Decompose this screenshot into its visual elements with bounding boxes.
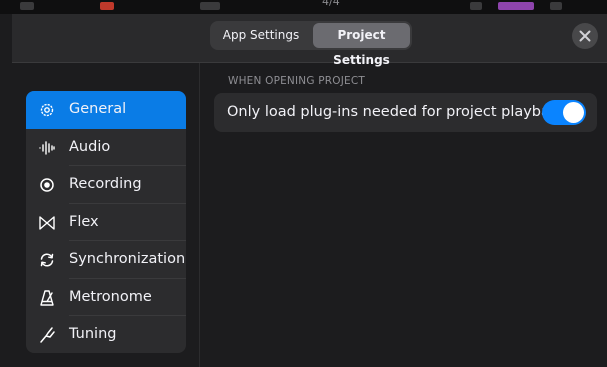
sidebar-item-general[interactable]: General: [26, 91, 186, 129]
sidebar-item-tuning[interactable]: Tuning: [26, 316, 186, 353]
sidebar-item-recording[interactable]: Recording: [26, 166, 186, 204]
sidebar-item-audio[interactable]: Audio: [26, 129, 186, 166]
sidebar-item-metronome[interactable]: Metronome: [26, 279, 186, 316]
sidebar-item-label: Synchronization: [69, 251, 186, 267]
top-strip: 4/4: [0, 0, 607, 14]
close-button[interactable]: [572, 23, 598, 49]
sidebar-item-synchronization[interactable]: Synchronization: [26, 241, 186, 279]
tab-app-settings[interactable]: App Settings: [212, 23, 310, 48]
row-label: Only load plug-ins needed for project pl…: [227, 104, 567, 120]
sidebar-item-label: Metronome: [69, 288, 152, 305]
tab-project-settings[interactable]: Project Settings: [313, 23, 410, 67]
sidebar-item-label: Flex: [69, 213, 99, 230]
time-signature: 4/4: [322, 0, 340, 8]
section-header: WHEN OPENING PROJECT: [228, 75, 365, 87]
gear-icon: [40, 103, 54, 117]
separator: [69, 352, 186, 353]
strip-marker: [20, 2, 34, 10]
sidebar-item-label: Tuning: [69, 326, 117, 342]
xmark-icon: [579, 30, 591, 42]
record-icon: [40, 178, 54, 192]
strip-marker: [470, 2, 482, 10]
settings-tab-control: App Settings Project Settings: [210, 21, 412, 67]
record-marker: [100, 2, 114, 10]
settings-sidebar: General Audio Recording Flex Synchroniza…: [26, 91, 186, 353]
load-plugins-toggle[interactable]: [542, 100, 586, 125]
flex-icon: [39, 215, 55, 230]
settings-row: Only load plug-ins needed for project pl…: [214, 93, 597, 132]
waveform-icon: [39, 140, 55, 155]
tuning-fork-icon: [40, 327, 55, 343]
toggle-knob: [563, 102, 584, 123]
sidebar-item-label: General: [69, 101, 127, 117]
sidebar-item-label: Recording: [69, 176, 142, 192]
sidebar-item-flex[interactable]: Flex: [26, 204, 186, 241]
strip-marker: [550, 2, 562, 10]
metronome-icon: [40, 289, 54, 306]
region-marker: [498, 2, 534, 10]
sync-icon: [40, 253, 54, 267]
sidebar-item-label: Audio: [69, 138, 111, 155]
strip-marker: [200, 2, 220, 10]
